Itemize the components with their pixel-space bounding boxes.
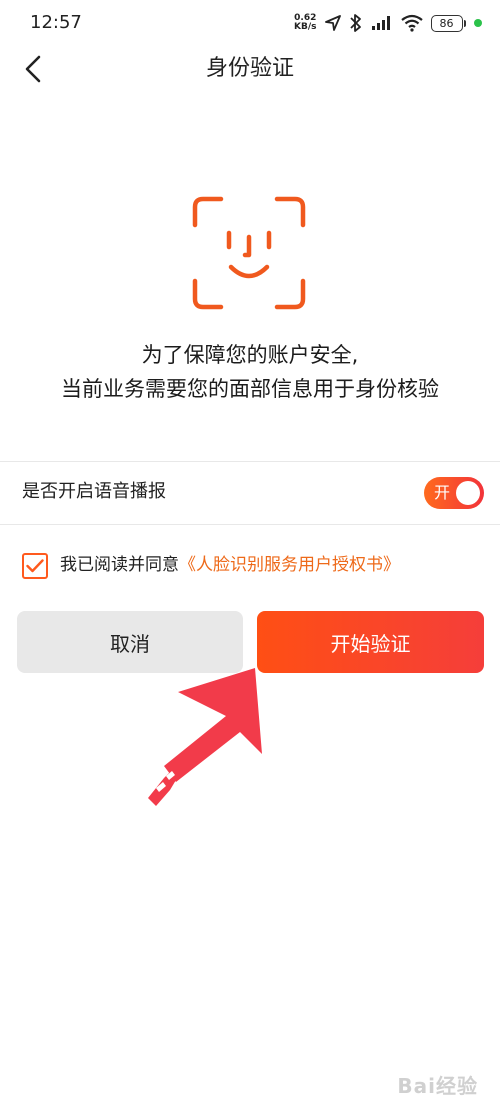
message-line-1: 为了保障您的账户安全, [141, 343, 359, 367]
divider [0, 461, 500, 462]
face-scan-icon [192, 196, 306, 310]
battery-level: 86 [430, 14, 463, 32]
toggle-knob [456, 481, 480, 505]
checkmark-icon [26, 559, 44, 573]
message-line-2: 当前业务需要您的面部信息用于身份核验 [61, 377, 439, 401]
status-icons: 0.62 KB/s 86 [294, 10, 482, 36]
security-message: 为了保障您的账户安全, 当前业务需要您的面部信息用于身份核验 [0, 338, 500, 406]
agreement-text: 我已阅读并同意《人脸识别服务用户授权书》 [60, 552, 400, 578]
annotation-arrow-icon [148, 668, 262, 806]
start-verification-button[interactable]: 开始验证 [257, 611, 484, 673]
battery-icon: 86 [430, 14, 466, 32]
agreement-prefix: 我已阅读并同意 [60, 555, 179, 575]
toggle-on-text: 开 [434, 483, 451, 502]
status-bar: 12:57 0.62 KB/s 86 [0, 0, 500, 46]
location-icon [324, 15, 341, 31]
wifi-icon [400, 14, 423, 32]
privacy-indicator-dot [474, 19, 482, 27]
status-time: 12:57 [30, 12, 82, 33]
chevron-left-icon [25, 55, 41, 83]
net-speed: 0.62 KB/s [294, 14, 316, 32]
back-button[interactable] [18, 52, 48, 86]
signal-icon [371, 16, 390, 30]
divider [0, 524, 500, 525]
agreement-checkbox[interactable] [22, 553, 48, 579]
page-title: 身份验证 [205, 56, 294, 81]
voice-broadcast-toggle[interactable]: 开 [424, 477, 484, 509]
agreement-link[interactable]: 《人脸识别服务用户授权书》 [179, 555, 400, 575]
net-speed-unit: KB/s [294, 22, 317, 32]
voice-broadcast-label: 是否开启语音播报 [22, 481, 166, 502]
watermark: Bai经验 [397, 1074, 478, 1098]
bluetooth-icon [349, 14, 361, 32]
